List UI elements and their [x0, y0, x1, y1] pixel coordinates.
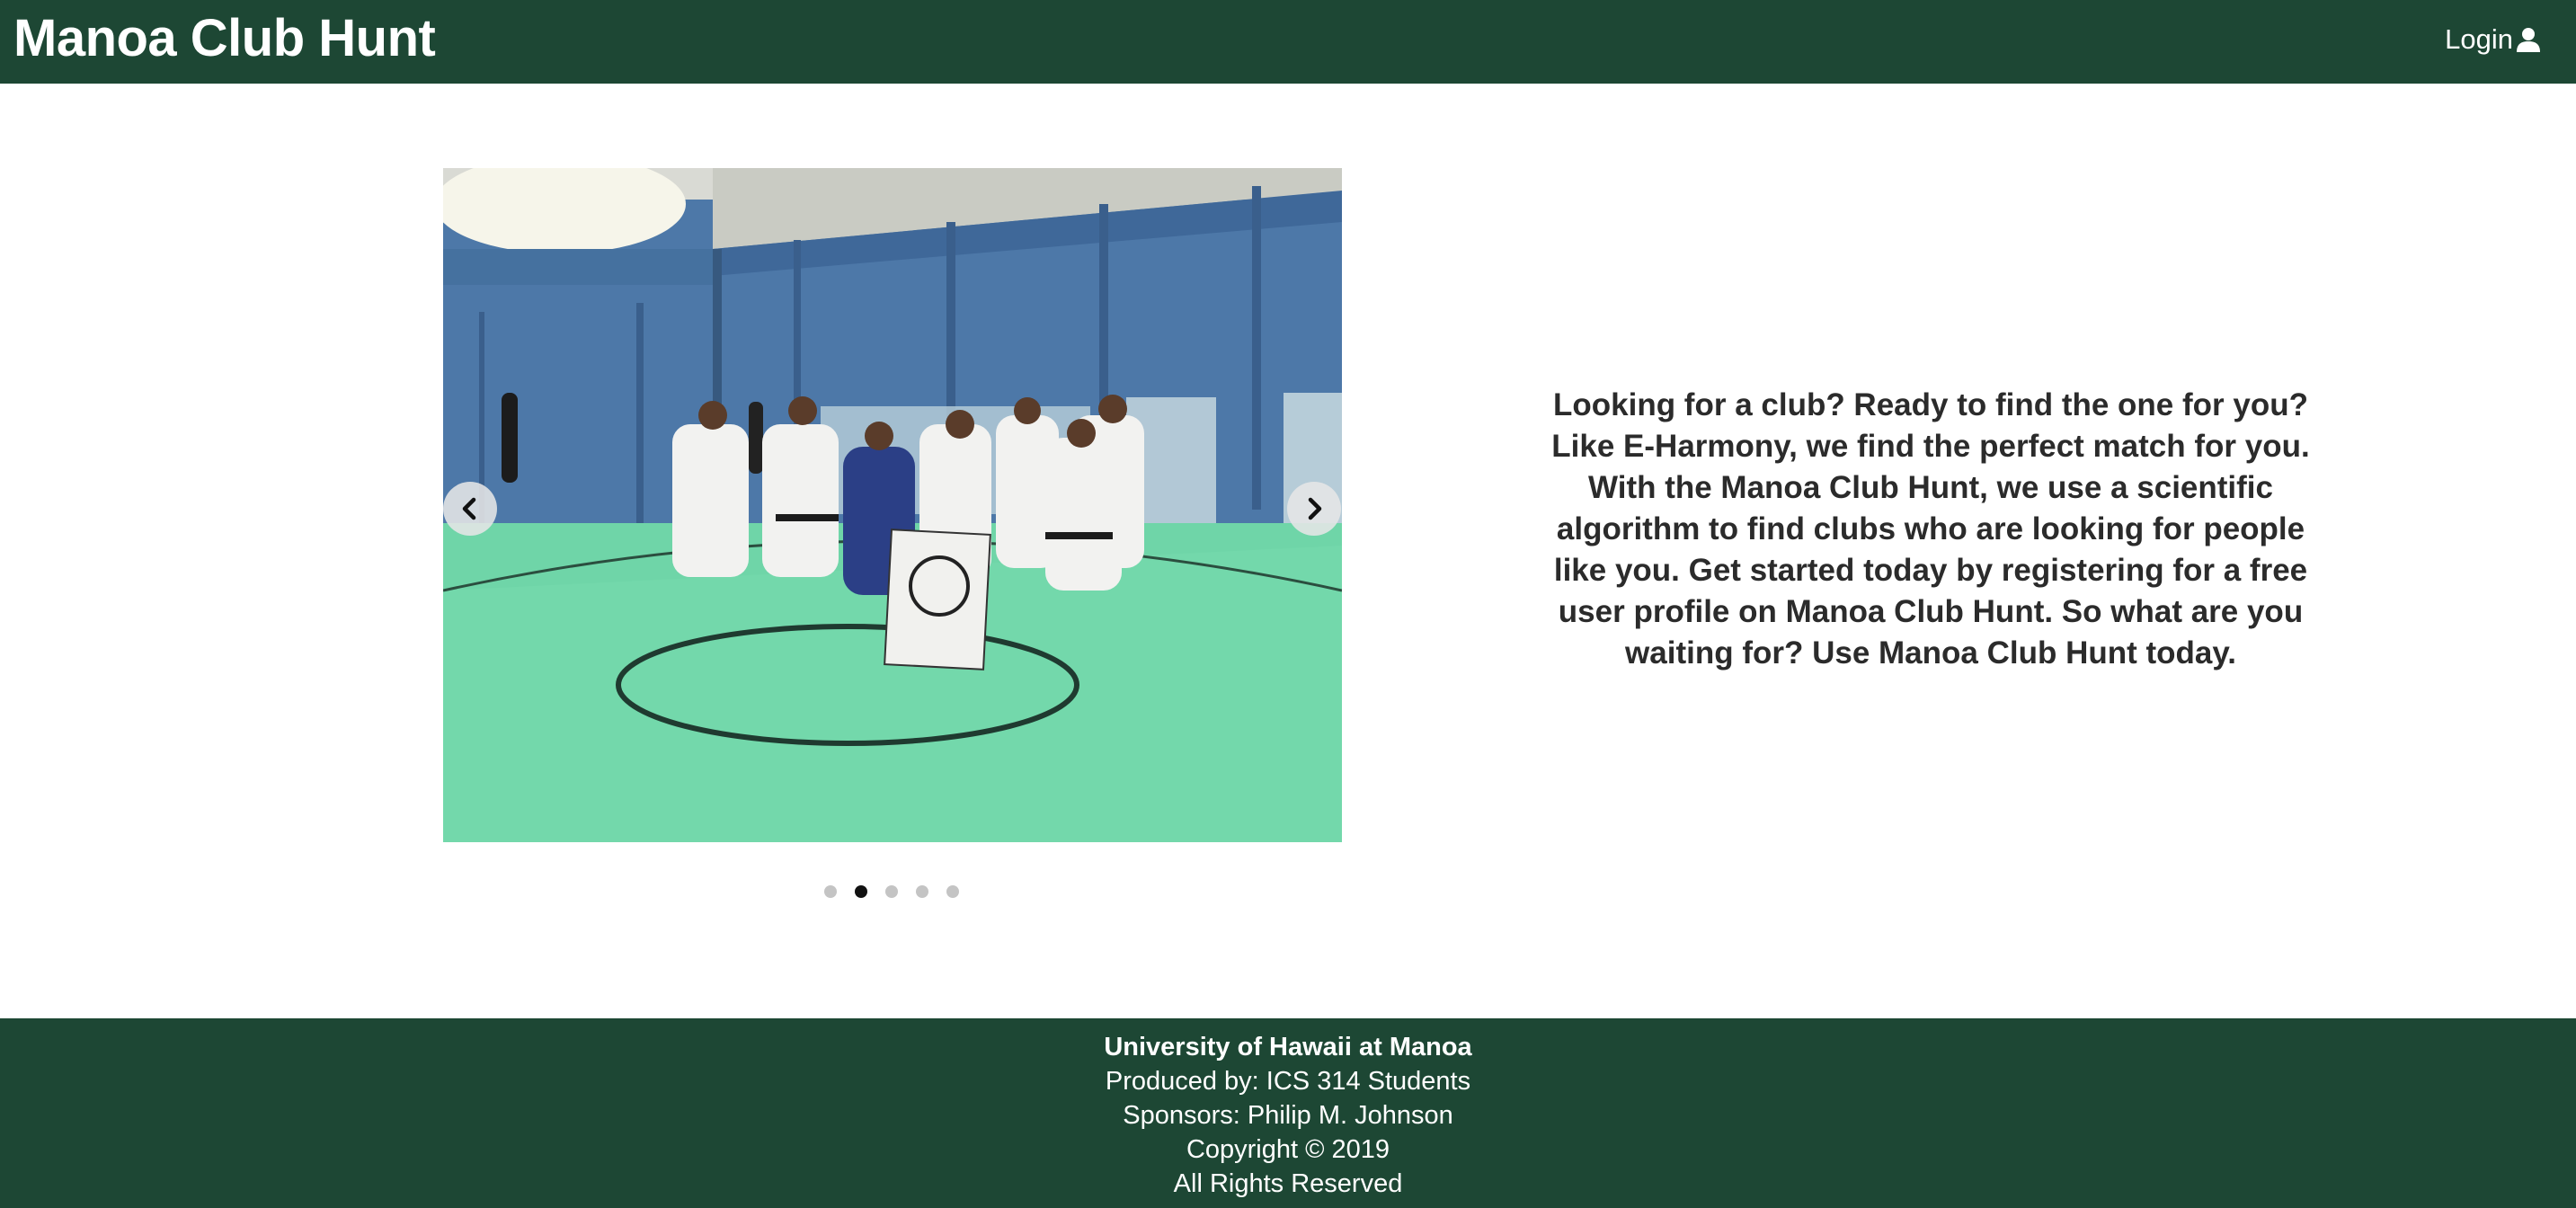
user-icon	[2517, 28, 2540, 52]
carousel-indicator[interactable]	[824, 885, 837, 898]
club-group-photo	[443, 168, 1342, 842]
carousel-next-button[interactable]	[1287, 482, 1341, 536]
carousel-indicator[interactable]	[946, 885, 959, 898]
brand-title[interactable]: Manoa Club Hunt	[13, 0, 436, 77]
carousel-indicator-active[interactable]	[855, 885, 867, 898]
carousel-indicator[interactable]	[916, 885, 928, 898]
footer-producer: Produced by: ICS 314 Students	[1105, 1067, 1471, 1096]
footer-rights: All Rights Reserved	[1173, 1169, 1403, 1198]
footer-copyright: Copyright © 2019	[1186, 1135, 1390, 1164]
footer-sponsor: Sponsors: Philip M. Johnson	[1123, 1101, 1453, 1130]
login-button[interactable]: Login	[2445, 22, 2542, 58]
login-label: Login	[2445, 23, 2513, 55]
carousel-indicators	[824, 885, 959, 898]
carousel-indicator[interactable]	[885, 885, 898, 898]
carousel-slide[interactable]	[443, 168, 1342, 842]
carousel-prev-button[interactable]	[443, 482, 497, 536]
hero-tagline: Looking for a club? Ready to find the on…	[1551, 387, 2310, 671]
chevron-right-icon	[1308, 497, 1322, 520]
page-footer: University of Hawaii at Manoa Produced b…	[0, 1018, 2576, 1208]
chevron-left-icon	[462, 497, 476, 520]
footer-university: University of Hawaii at Manoa	[1104, 1033, 1472, 1061]
top-navbar: Manoa Club Hunt Login	[0, 0, 2576, 84]
